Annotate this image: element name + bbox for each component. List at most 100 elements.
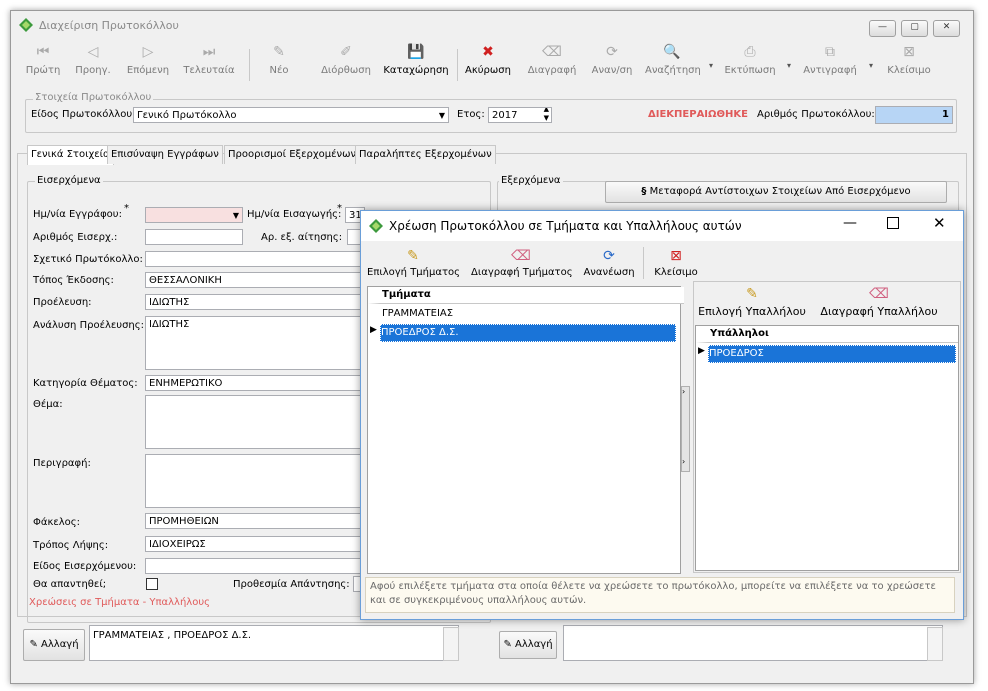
origin-field[interactable]: ΙΔΙΩΤΗΣ xyxy=(145,294,361,310)
print-dropdown-arrow-icon[interactable]: ▾ xyxy=(787,61,791,70)
select-employee-button[interactable]: ✎ Επιλογή Υπαλλήλου xyxy=(697,285,807,325)
related-protocol-field[interactable] xyxy=(145,251,361,267)
department-name: ΓΡΑΜΜΑΤΕΙΑΣ xyxy=(382,308,454,319)
charges-link[interactable]: Χρεώσεις σε Τμήματα - Υπαλλήλους xyxy=(29,597,210,608)
department-name: ΠΡΟΕΔΡΟΣ Δ.Σ. xyxy=(381,327,459,338)
new-sparkle-icon: ✎ xyxy=(746,286,758,302)
delete-button[interactable]: ⌫ Διαγραφή xyxy=(525,43,579,83)
change-label: Αλλαγή xyxy=(515,639,553,650)
departments-header-label: Τμήματα xyxy=(382,289,431,300)
description-field[interactable] xyxy=(145,454,361,508)
departments-grid[interactable]: Τμήματα ΓΡΑΜΜΑΤΕΙΑΣ ▶ ΠΡΟΕΔΡΟΣ Δ.Σ. xyxy=(367,286,684,574)
employees-grid[interactable]: Υπάλληλοι ▶ ΠΡΟΕΔΡΟΣ xyxy=(695,325,959,571)
dialog-close-icon[interactable]: ✕ xyxy=(933,214,946,232)
category-field[interactable]: ΕΝΗΜΕΡΩΤΙΚΟ xyxy=(145,375,361,391)
search-button[interactable]: 🔍 Αναζήτηση xyxy=(645,43,701,83)
title-bar: Διαχείριση Πρωτοκόλλου — ▢ ✕ xyxy=(11,11,973,41)
refresh-dialog-button[interactable]: ⟳ Ανανέωση xyxy=(583,247,635,287)
copy-dropdown-arrow-icon[interactable]: ▾ xyxy=(869,61,873,70)
new-doc-icon: ✎ xyxy=(273,44,285,60)
dialog-maximize-icon[interactable] xyxy=(887,217,899,229)
transfer-button-label: Μεταφορά Αντίστοιχων Στοιχείων Από Εισερ… xyxy=(649,186,911,197)
last-record-button[interactable]: ⏭ Τελευταία xyxy=(181,43,237,83)
tab-attachments[interactable]: Επισύναψη Εγγράφων xyxy=(107,145,223,164)
select-department-button[interactable]: ✎ Επιλογή Τμήματος xyxy=(367,247,460,287)
outgoing-charges-scrollbar[interactable] xyxy=(927,627,943,661)
refresh-icon: ⟳ xyxy=(606,44,618,60)
refresh-button[interactable]: ⟳ Αναν/ση xyxy=(589,43,635,83)
employee-name: ΠΡΟΕΔΡΟΣ xyxy=(709,348,764,359)
protocol-info-legend: Στοιχεία Πρωτοκόλλου xyxy=(33,92,154,103)
tab-outgoing-recipients[interactable]: Παραλήπτες Εξερχομένων xyxy=(355,145,496,164)
outgoing-charges-field[interactable] xyxy=(563,625,943,661)
dialog-logo-icon xyxy=(369,219,383,233)
dialog-title: Χρέωση Πρωτοκόλλου σε Τμήματα και Υπαλλή… xyxy=(389,219,742,233)
red-x-icon: ✖ xyxy=(482,44,494,60)
incoming-no-field[interactable] xyxy=(145,229,243,245)
receipt-method-field[interactable]: ΙΔΙΟΧΕΙΡΩΣ xyxy=(145,536,361,552)
description-label: Περιγραφή: xyxy=(33,458,91,469)
edit-pencil-icon: ✎ xyxy=(503,639,512,650)
table-row[interactable]: ΓΡΑΜΜΑΤΕΙΑΣ xyxy=(382,306,676,322)
table-row-selected[interactable]: ΠΡΟΕΔΡΟΣ Δ.Σ. xyxy=(380,324,676,342)
protocol-number-field[interactable]: 1 xyxy=(875,106,953,124)
delete-employee-button[interactable]: ⌫ Διαγραφή Υπαλλήλου xyxy=(819,285,939,325)
floppy-disk-icon: 💾 xyxy=(407,44,425,60)
cancel-button[interactable]: ✖ Ακύρωση xyxy=(463,43,513,83)
origin-label: Προέλευση: xyxy=(33,297,92,308)
copy-button[interactable]: ⧉ Αντιγραφή xyxy=(801,43,859,83)
new-button[interactable]: ✎ Νέο xyxy=(261,43,297,83)
to-answer-checkbox[interactable] xyxy=(146,578,158,590)
chevron-right-icon: › xyxy=(682,387,686,396)
eraser-icon: ⌫ xyxy=(869,286,889,302)
charges-scrollbar[interactable] xyxy=(443,627,459,661)
edit-button[interactable]: ✐ Διόρθωση xyxy=(319,43,373,83)
status-label: ΔΙΕΚΠΕΡΑΙΩΘΗΚΕ xyxy=(648,109,748,120)
close-window-button[interactable]: ✕ xyxy=(933,20,960,37)
category-label: Κατηγορία Θέματος: xyxy=(33,378,138,389)
related-protocol-label: Σχετικό Πρωτόκολλο: xyxy=(33,254,143,265)
request-no-field[interactable] xyxy=(347,229,361,245)
delete-department-button[interactable]: ⌫ Διαγραφή Τμήματος xyxy=(471,247,573,287)
protocol-type-value: Γενικό Πρωτόκολλο xyxy=(137,110,237,121)
save-button[interactable]: 💾 Καταχώρηση xyxy=(383,43,449,83)
tab-outgoing-destinations[interactable]: Προορισμοί Εξερχομένων xyxy=(224,145,361,164)
incoming-no-label: Αριθμός Εισερχ.: xyxy=(33,232,118,243)
maximize-button[interactable]: ▢ xyxy=(901,20,928,37)
toolbar-separator xyxy=(249,49,250,81)
close-form-button[interactable]: ⊠ Κλείσιμο xyxy=(883,43,935,83)
copy-icon: ⧉ xyxy=(825,44,835,60)
next-record-button[interactable]: ▷ Επόμενη xyxy=(123,43,173,83)
charge-dialog: Χρέωση Πρωτοκόλλου σε Τμήματα και Υπαλλή… xyxy=(360,210,964,620)
eraser-icon: ⌫ xyxy=(511,248,531,264)
table-row-selected[interactable]: ΠΡΟΕΔΡΟΣ xyxy=(708,345,956,363)
print-button[interactable]: ⎙ Εκτύπωση xyxy=(723,43,777,83)
search-dropdown-arrow-icon[interactable]: ▾ xyxy=(709,61,713,70)
incoming-type-field[interactable] xyxy=(145,558,361,574)
chevron-right-icon: › xyxy=(682,457,686,466)
minimize-button[interactable]: — xyxy=(869,20,896,37)
charges-text-field[interactable]: ΓΡΑΜΜΑΤΕΙΑΣ , ΠΡΟΕΔΡΟΣ Δ.Σ. xyxy=(89,625,459,661)
subject-field[interactable] xyxy=(145,395,361,449)
tab-general[interactable]: Γενικά Στοιχεία xyxy=(27,145,114,165)
folder-field[interactable]: ΠΡΟΜΗΘΕΙΩΝ xyxy=(145,513,361,529)
year-spinner[interactable]: 2017 ▲ ▼ xyxy=(488,107,552,123)
first-record-button[interactable]: ⏮ Πρώτη xyxy=(23,43,63,83)
doc-date-field[interactable]: ▼ xyxy=(145,207,243,223)
transfer-button[interactable]: § Μεταφορά Αντίστοιχων Στοιχείων Από Εισ… xyxy=(605,181,947,203)
origin-detail-label: Ανάλυση Προέλευσης: xyxy=(33,320,144,331)
spinner-arrows-icon[interactable]: ▲ ▼ xyxy=(544,108,549,122)
splitter-handle[interactable]: › › xyxy=(681,386,690,472)
origin-detail-field[interactable]: ΙΔΙΩΤΗΣ xyxy=(145,316,361,370)
dialog-minimize-icon[interactable]: — xyxy=(843,215,857,231)
request-no-label: Αρ. εξ. αίτησης: xyxy=(261,232,343,243)
change-charges-button[interactable]: ✎ Αλλαγή xyxy=(23,629,85,661)
place-field[interactable]: ΘΕΣΣΑΛΟΝΙΚΗ xyxy=(145,272,361,288)
change-outgoing-button[interactable]: ✎ Αλλαγή xyxy=(499,631,557,659)
prev-record-button[interactable]: ◁ Προηγ. xyxy=(71,43,115,83)
protocol-type-select[interactable]: Γενικό Πρωτόκολλο ▼ xyxy=(133,107,449,123)
window-title: Διαχείριση Πρωτοκόλλου xyxy=(39,19,179,32)
first-icon: ⏮ xyxy=(36,44,50,60)
close-doc-icon: ⊠ xyxy=(903,44,915,60)
eraser-icon: ⌫ xyxy=(542,44,562,60)
